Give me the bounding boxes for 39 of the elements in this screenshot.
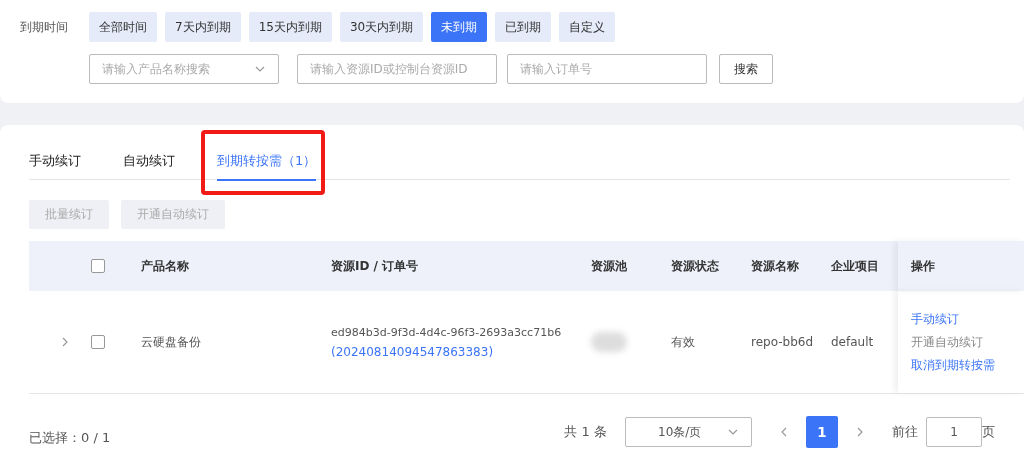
filter-option[interactable]: 15天内到期	[248, 12, 332, 42]
filter-label: 到期时间	[20, 18, 69, 36]
filter-option[interactable]: 30天内到期	[339, 12, 424, 42]
column-header: 资源状态	[670, 257, 720, 275]
column-header: 产品名称	[140, 257, 190, 275]
page-suffix: 页	[982, 423, 995, 441]
tab[interactable]: 手动续订	[29, 147, 81, 181]
page-button[interactable]: 1	[806, 416, 838, 448]
total-count: 共 1 条	[564, 423, 607, 441]
search-button[interactable]: 搜索	[719, 54, 773, 84]
blurred-value	[591, 332, 627, 352]
filter-option[interactable]: 7天内到期	[165, 12, 241, 42]
operation-link[interactable]: 手动续订	[911, 310, 1024, 328]
column-header: 资源ID / 订单号	[330, 257, 420, 275]
table-cell-text: 云硬盘备份	[140, 333, 202, 351]
column-header: 资源名称	[750, 257, 800, 275]
goto-label: 前往	[892, 423, 918, 441]
input-field[interactable]: 请输入资源ID或控制台资源ID	[297, 54, 497, 84]
column-header: 资源池	[590, 257, 628, 275]
input-field[interactable]: 请输入订单号	[507, 54, 707, 84]
order-link[interactable]: (20240814094547863383)	[331, 344, 582, 359]
checkbox[interactable]	[91, 259, 105, 273]
operation-link[interactable]: 取消到期转按需	[911, 356, 1024, 374]
tab[interactable]: 自动续订	[123, 147, 175, 181]
column-header: 操作	[898, 241, 1024, 291]
filter-option[interactable]: 已到期	[495, 12, 552, 42]
page-size-select[interactable]: 10条/页	[625, 417, 752, 447]
table-cell-text: 有效	[670, 333, 696, 351]
tab[interactable]: 到期转按需（1）	[217, 147, 317, 181]
filter-option[interactable]: 自定义	[559, 12, 616, 42]
table-cell-text: ed984b3d-9f3d-4d4c-96f3-2693a3cc71b6	[331, 325, 563, 339]
selection-count: 已选择：0 / 1	[29, 429, 111, 447]
filter-option[interactable]: 未到期	[431, 12, 488, 42]
checkbox[interactable]	[91, 335, 105, 349]
page-input[interactable]: 1	[926, 417, 982, 447]
filter-option[interactable]: 全部时间	[89, 12, 157, 42]
table-cell-text: default	[830, 335, 875, 349]
table-cell-text: repo-bb6d	[750, 335, 815, 349]
column-header: 企业项目	[830, 257, 880, 275]
